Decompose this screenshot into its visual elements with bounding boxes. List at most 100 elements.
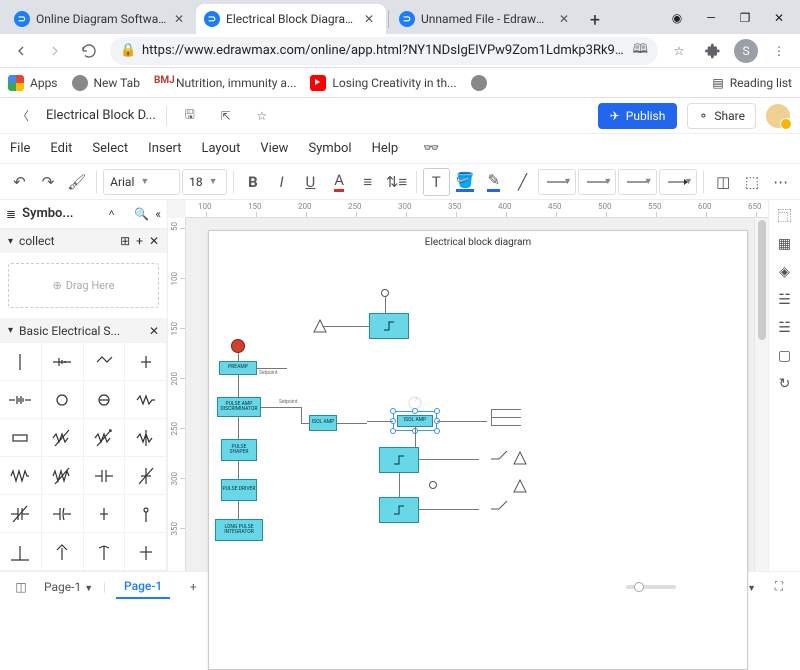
symbol-item[interactable] [84, 343, 126, 381]
glasses-icon[interactable]: 👓 [418, 136, 444, 162]
pages-list-button[interactable]: ◫ [8, 574, 34, 600]
line-weight-select[interactable]: ▼ [538, 169, 576, 195]
block-isol-amp[interactable]: ISOL AMP [309, 415, 337, 431]
history-panel-button[interactable]: ↻ [773, 372, 797, 396]
document-name[interactable]: Electrical Block D... [46, 108, 156, 123]
page-tab[interactable]: Page-1 [116, 575, 170, 599]
block-shape[interactable] [379, 497, 419, 523]
save-button[interactable]: 🖫 [177, 103, 203, 129]
menu-insert[interactable]: Insert [148, 141, 181, 156]
share-button[interactable]: ⚬Share [687, 103, 756, 129]
symbol-item[interactable] [0, 381, 42, 419]
triangle-node[interactable] [313, 319, 327, 333]
menu-symbol[interactable]: Symbol [308, 141, 351, 156]
bookmark-apps[interactable]: Apps [8, 75, 58, 91]
more-tools-button[interactable]: ⋯ [767, 168, 794, 196]
symbol-item[interactable] [125, 533, 167, 571]
switch-shape[interactable] [489, 445, 511, 473]
export-button[interactable]: ⇱ [213, 103, 239, 129]
plus-icon[interactable]: + [136, 234, 143, 248]
selection-handle[interactable] [390, 428, 396, 434]
redo-button[interactable]: ↷ [35, 168, 62, 196]
block-shape[interactable] [369, 313, 409, 339]
bookmark-globe[interactable] [471, 75, 487, 91]
font-color-button[interactable]: A [326, 168, 353, 196]
address-bar[interactable]: 🔒 https://www.edrawmax.com/online/app.ht… [110, 37, 658, 65]
selection-handle[interactable] [434, 428, 440, 434]
back-button[interactable] [8, 38, 34, 64]
line-color-button[interactable]: ✎ [480, 168, 507, 196]
add-icon[interactable]: ⊞ [120, 234, 130, 248]
format-painter-button[interactable]: 🖌 [63, 168, 90, 196]
browser-tab-0[interactable]: ⊃ Online Diagram Software - Edraw ✕ [6, 4, 196, 34]
fill-color-button[interactable]: 🪣 [452, 168, 479, 196]
section-basic-electrical[interactable]: ▾ Basic Electrical S... ✕ [0, 318, 167, 343]
browser-tab-2[interactable]: ⊃ Unnamed File - EdrawMax ✕ [391, 4, 581, 34]
line-dash-select[interactable]: ▼ [578, 169, 616, 195]
block-preamp[interactable]: PREAMP [219, 361, 257, 375]
grid-panel-button[interactable]: ▦ [773, 232, 797, 256]
collapse-panel-button[interactable]: « [155, 207, 161, 221]
block-pulse-driver[interactable]: PULSE DRIVER [221, 479, 257, 501]
align-button[interactable]: ≡ [354, 168, 381, 196]
symbol-item[interactable] [0, 343, 42, 381]
symbol-item[interactable] [42, 419, 84, 457]
block-long-pulse[interactable]: LONG PULSE INTEGRATOR [215, 519, 263, 541]
triangle-node[interactable] [513, 479, 527, 493]
font-size-select[interactable]: 18▼ [182, 169, 227, 195]
block-pulse-amp[interactable]: PULSE AMP DISCRIMINATOR [217, 397, 261, 417]
symbol-item[interactable] [0, 495, 42, 533]
selection-handle[interactable] [412, 408, 418, 414]
translate-icon[interactable]: 🕮 [633, 40, 648, 62]
arrange-panel-button[interactable]: ⿹ [773, 204, 797, 228]
underline-button[interactable]: U [297, 168, 324, 196]
extensions-button[interactable] [700, 38, 726, 64]
terminal-node[interactable] [381, 289, 389, 297]
maximize-button[interactable]: ❐ [730, 4, 760, 32]
arrow-start-select[interactable]: ▼ [618, 169, 656, 195]
star-button[interactable]: ☆ [666, 38, 692, 64]
close-icon[interactable]: ✕ [559, 12, 573, 26]
symbol-item[interactable] [125, 419, 167, 457]
text-tool-button[interactable]: T [423, 168, 450, 196]
record-icon[interactable]: ◉ [662, 4, 692, 32]
italic-button[interactable]: I [268, 168, 295, 196]
profile-avatar[interactable]: S [734, 39, 758, 63]
menu-layout[interactable]: Layout [201, 141, 240, 156]
block-pulse-shaper[interactable]: PULSE SHAPER [221, 439, 257, 461]
close-icon[interactable]: ✕ [364, 12, 378, 26]
symbol-item[interactable] [84, 457, 126, 495]
symbol-item[interactable] [42, 457, 84, 495]
line-spacing-button[interactable]: ⇅≡ [383, 168, 410, 196]
bookmark-bmj[interactable]: BMJNutrition, immunity a... [154, 75, 296, 91]
symbol-item[interactable] [0, 457, 42, 495]
menu-select[interactable]: Select [92, 141, 128, 156]
selection-handle[interactable] [434, 408, 440, 414]
symbol-item[interactable] [0, 533, 42, 571]
close-window-button[interactable]: ✕ [764, 4, 794, 32]
browser-menu-button[interactable]: ⋮ [766, 38, 792, 64]
section-collect[interactable]: ▾ collect ⊞ + ✕ [0, 229, 167, 254]
drag-here-drop[interactable]: ⊕Drag Here [8, 263, 159, 308]
page-select[interactable]: Page-1 ▼ [44, 580, 93, 594]
bookmark-youtube[interactable]: Losing Creativity in th... [310, 75, 456, 91]
symbol-item[interactable] [84, 533, 126, 571]
triangle-node[interactable] [513, 451, 527, 465]
theme-panel-button[interactable]: ☱ [773, 316, 797, 340]
source-node[interactable] [231, 339, 245, 353]
connector-button[interactable]: ╱ [509, 168, 536, 196]
canvas[interactable]: Electrical block diagram PREAMP Setpoint… [186, 218, 754, 571]
scrollbar-thumb[interactable] [758, 220, 766, 340]
reading-list-button[interactable]: ▤Reading list [712, 76, 792, 90]
symbol-item[interactable] [84, 495, 126, 533]
symbol-item[interactable] [84, 419, 126, 457]
symbol-item[interactable] [125, 343, 167, 381]
clip-button[interactable]: ◫ [710, 168, 737, 196]
minimize-button[interactable]: — [696, 4, 726, 32]
bookmark-newtab[interactable]: New Tab [72, 75, 140, 91]
menu-view[interactable]: View [260, 141, 288, 156]
symbol-item[interactable] [0, 419, 42, 457]
note-panel-button[interactable]: ☱ [773, 288, 797, 312]
favorite-button[interactable]: ☆ [249, 103, 275, 129]
user-avatar[interactable] [766, 104, 790, 128]
